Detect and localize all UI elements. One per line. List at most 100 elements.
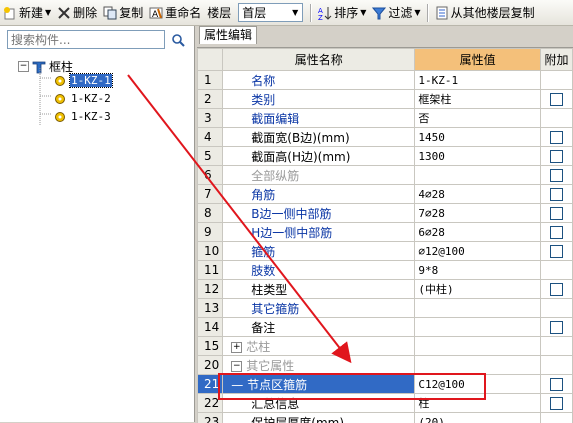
row-number: 11 xyxy=(198,261,223,280)
append-cell xyxy=(541,299,573,318)
property-value[interactable] xyxy=(415,166,541,185)
append-checkbox[interactable] xyxy=(550,321,563,334)
append-cell xyxy=(541,71,573,90)
property-name: 截面高(H边)(mm) xyxy=(223,147,415,166)
property-name-label: 其它属性 xyxy=(246,359,294,373)
chevron-down-icon[interactable]: ▼ xyxy=(288,4,302,21)
table-row[interactable]: 12柱类型(中柱) xyxy=(198,280,573,299)
property-value[interactable]: 1-KZ-1 xyxy=(415,71,541,90)
row-number: 14 xyxy=(198,318,223,337)
rename-button[interactable]: A 重命名 xyxy=(146,2,204,24)
append-checkbox[interactable] xyxy=(550,150,563,163)
table-row[interactable]: 20−其它属性 xyxy=(198,356,573,375)
property-value[interactable]: 6⌀28 xyxy=(415,223,541,242)
table-row[interactable]: 14备注 xyxy=(198,318,573,337)
table-row[interactable]: 10箍筋⌀12@100 xyxy=(198,242,573,261)
delete-button[interactable]: 删除 xyxy=(54,2,100,24)
property-name: 肢数 xyxy=(223,261,415,280)
chevron-down-icon: ▼ xyxy=(414,8,420,17)
property-value[interactable]: 否 xyxy=(415,109,541,128)
new-button[interactable]: 新建▼ xyxy=(0,2,54,24)
tree-item[interactable]: 1-KZ-2 xyxy=(54,90,112,107)
tab-property-edit[interactable]: 属性编辑 xyxy=(199,26,257,44)
row-number: 8 xyxy=(198,204,223,223)
property-name-label: 芯柱 xyxy=(246,340,270,354)
table-row[interactable]: 9H边一侧中部筋6⌀28 xyxy=(198,223,573,242)
table-row[interactable]: 3截面编辑否 xyxy=(198,109,573,128)
row-number: 7 xyxy=(198,185,223,204)
property-value[interactable] xyxy=(415,318,541,337)
property-value[interactable]: (中柱) xyxy=(415,280,541,299)
property-value[interactable] xyxy=(415,299,541,318)
property-panel: 属性编辑 属性名称 属性值 附加 1名称1-KZ-12类别框架柱3截面编辑否4截… xyxy=(197,26,573,422)
property-name: 类别 xyxy=(223,90,415,109)
tree-item[interactable]: 1-KZ-3 xyxy=(54,108,112,125)
table-row[interactable]: 15 + 芯柱 xyxy=(198,337,573,356)
table-row[interactable]: 8B边一侧中部筋7⌀28 xyxy=(198,204,573,223)
append-cell xyxy=(541,90,573,109)
property-value[interactable] xyxy=(415,337,541,356)
append-cell xyxy=(541,413,573,423)
header-name: 属性名称 xyxy=(223,49,415,71)
table-row[interactable]: 11肢数9*8 xyxy=(198,261,573,280)
group-expand-toggle[interactable]: + xyxy=(231,342,242,353)
sort-button[interactable]: AZ 排序▼ xyxy=(315,2,369,24)
component-panel: − 框柱 1-KZ-1 1-KZ-2 1-KZ-3 xyxy=(0,26,195,422)
append-checkbox[interactable] xyxy=(550,93,563,106)
row-number: 15 xyxy=(198,337,223,356)
table-row[interactable]: 6全部纵筋 xyxy=(198,166,573,185)
copy-floor-icon xyxy=(435,6,449,20)
table-row[interactable]: 1名称1-KZ-1 xyxy=(198,71,573,90)
rename-icon: A xyxy=(149,6,163,20)
property-value[interactable]: 框架柱 xyxy=(415,90,541,109)
table-row[interactable]: 2类别框架柱 xyxy=(198,90,573,109)
table-header: 属性名称 属性值 附加 xyxy=(198,49,573,71)
table-row[interactable]: 5截面高(H边)(mm)1300 xyxy=(198,147,573,166)
property-name: 截面宽(B边)(mm) xyxy=(223,128,415,147)
copy-from-other-floor-button[interactable]: 从其他楼层复制 xyxy=(432,2,538,24)
property-value[interactable]: 7⌀28 xyxy=(415,204,541,223)
append-checkbox[interactable] xyxy=(550,245,563,258)
property-value[interactable]: 9*8 xyxy=(415,261,541,280)
property-name: + 芯柱 xyxy=(223,337,415,356)
row-number: 4 xyxy=(198,128,223,147)
filter-button[interactable]: 过滤▼ xyxy=(369,2,423,24)
floor-select[interactable]: 首层 ▼ xyxy=(238,3,303,22)
append-checkbox[interactable] xyxy=(550,226,563,239)
append-checkbox[interactable] xyxy=(550,169,563,182)
filter-icon xyxy=(372,6,386,20)
header-value: 属性值 xyxy=(415,49,541,71)
append-cell xyxy=(541,375,573,394)
search-icon[interactable] xyxy=(168,30,188,49)
table-row[interactable]: 13其它箍筋 xyxy=(198,299,573,318)
append-cell xyxy=(541,128,573,147)
row-number: 6 xyxy=(198,166,223,185)
property-value[interactable]: 1450 xyxy=(415,128,541,147)
property-value[interactable] xyxy=(415,356,541,375)
append-checkbox[interactable] xyxy=(550,131,563,144)
table-row[interactable]: 4截面宽(B边)(mm)1450 xyxy=(198,128,573,147)
copy-button[interactable]: 复制 xyxy=(100,2,146,24)
append-checkbox[interactable] xyxy=(550,378,563,391)
append-checkbox[interactable] xyxy=(550,188,563,201)
property-value[interactable]: 4⌀28 xyxy=(415,185,541,204)
property-value[interactable]: ⌀12@100 xyxy=(415,242,541,261)
table-row[interactable]: 23保护层厚度(mm)(20) xyxy=(198,413,573,423)
row-number: 1 xyxy=(198,71,223,90)
append-checkbox[interactable] xyxy=(550,397,563,410)
row-number: 9 xyxy=(198,223,223,242)
new-icon xyxy=(3,6,17,20)
tree-item[interactable]: 1-KZ-1 xyxy=(54,72,112,89)
property-name: −其它属性 xyxy=(223,356,415,375)
append-cell xyxy=(541,242,573,261)
property-value[interactable]: 1300 xyxy=(415,147,541,166)
row-number: 20 xyxy=(198,356,223,375)
search-input[interactable] xyxy=(7,30,165,49)
append-checkbox[interactable] xyxy=(550,207,563,220)
chevron-down-icon: ▼ xyxy=(360,8,366,17)
append-checkbox[interactable] xyxy=(550,283,563,296)
group-expand-toggle[interactable]: − xyxy=(231,361,242,372)
property-value[interactable]: (20) xyxy=(415,413,541,423)
table-row[interactable]: 7角筋4⌀28 xyxy=(198,185,573,204)
property-name: 截面编辑 xyxy=(223,109,415,128)
